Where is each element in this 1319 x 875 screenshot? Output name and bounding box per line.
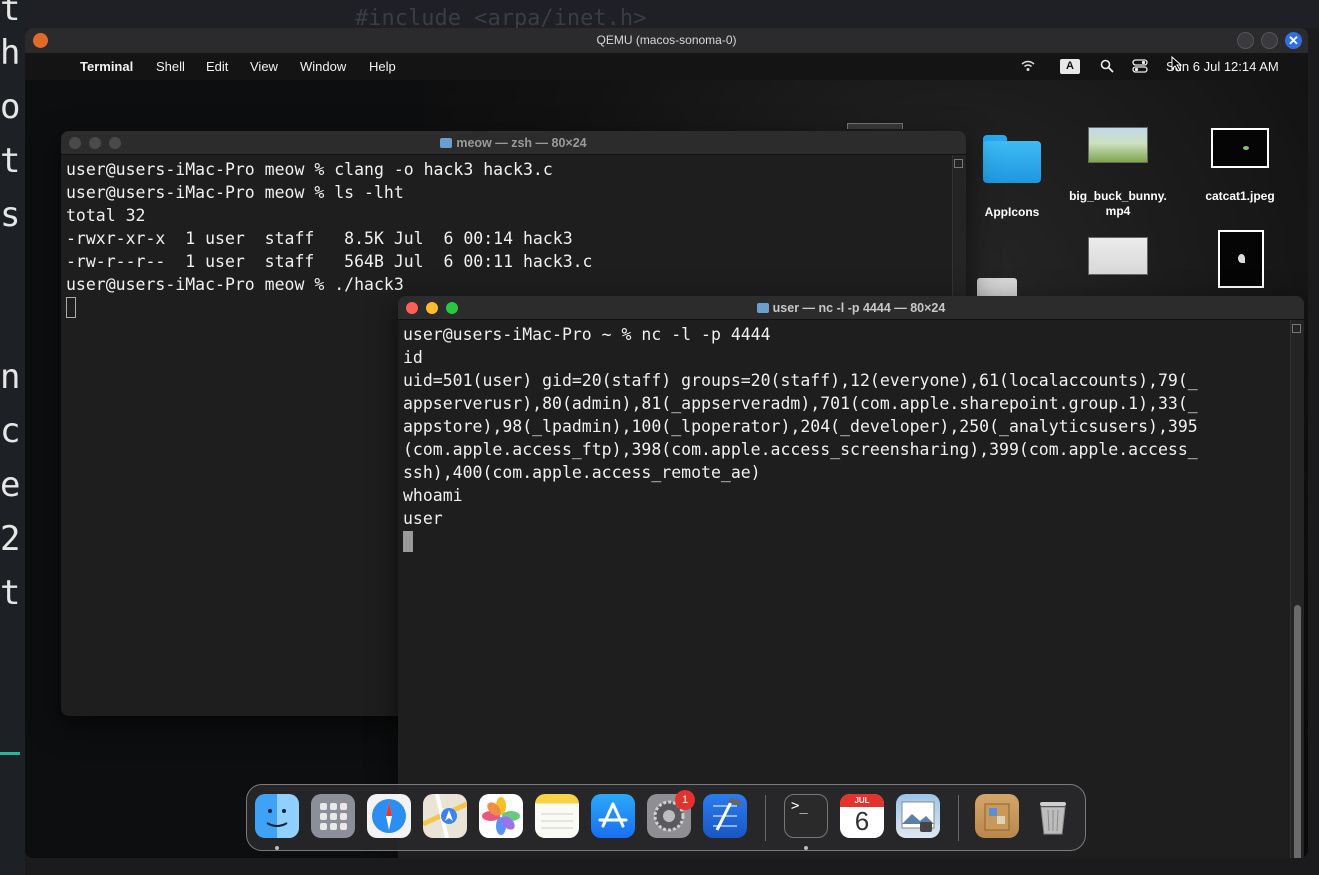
menu-view[interactable]: View	[250, 59, 278, 74]
terminal-line: appstore),98(_lpadmin),100(_lpoperator),…	[403, 417, 1198, 436]
launchpad-icon[interactable]	[311, 794, 355, 838]
terminal-icon[interactable]: >_	[784, 794, 828, 838]
terminal-line: user@users-iMac-Pro meow % ls -lht	[66, 183, 404, 202]
maps-icon[interactable]	[421, 793, 469, 839]
image-thumbnail[interactable]	[1211, 128, 1269, 168]
host-cursor-mark	[0, 752, 20, 755]
host-background-strip: t h o t s n c e 2 t	[0, 0, 25, 875]
preview-icon[interactable]	[896, 794, 940, 838]
menu-bar: Terminal Shell Edit View Window Help A S…	[25, 53, 1308, 80]
terminal-line: ssh),400(com.apple.access_remote_ae)	[403, 463, 761, 482]
terminal-line: -rw-r--r-- 1 user staff 564B Jul 6 00:11…	[66, 252, 593, 271]
terminal-line: id	[403, 348, 423, 367]
macos-desktop: Terminal Shell Edit View Window Help A S…	[25, 53, 1308, 858]
qemu-window: QEMU (macos-sonoma-0) ✕ Terminal Shell E…	[25, 28, 1308, 858]
running-indicator	[275, 846, 279, 850]
terminal-line: user	[403, 509, 443, 528]
menu-app-name[interactable]: Terminal	[80, 59, 133, 74]
host-text-char: t	[0, 0, 21, 29]
calendar-day: 6	[854, 806, 870, 836]
terminal-output[interactable]: user@users-iMac-Pro ~ % nc -l -p 4444 id u…	[398, 320, 1304, 858]
xcode-icon[interactable]	[703, 794, 747, 838]
menu-edit[interactable]: Edit	[206, 59, 228, 74]
scrollbar-thumb[interactable]	[1294, 605, 1301, 858]
control-center-icon[interactable]	[1132, 59, 1148, 76]
terminal-titlebar[interactable]: user — nc -l -p 4444 — 80×24	[398, 296, 1304, 320]
menu-window[interactable]: Window	[300, 59, 346, 74]
spotlight-search-icon[interactable]	[1100, 59, 1114, 76]
terminal-line: uid=501(user) gid=20(staff) groups=20(st…	[403, 371, 1198, 390]
terminal-line: user@users-iMac-Pro ~ % nc -l -p 4444	[403, 325, 771, 344]
host-text-char: t	[0, 141, 21, 181]
notes-icon[interactable]	[535, 794, 579, 838]
host-text-char: o	[0, 87, 21, 127]
input-source-icon[interactable]: A	[1060, 59, 1080, 74]
image-thumbnail-2[interactable]	[1218, 230, 1264, 288]
qemu-titlebar[interactable]: QEMU (macos-sonoma-0) ✕	[25, 28, 1308, 53]
photos-icon[interactable]	[479, 794, 523, 838]
safari-icon[interactable]	[367, 794, 411, 838]
terminal-titlebar[interactable]: meow — zsh — 80×24	[61, 131, 966, 155]
wifi-icon[interactable]	[1021, 59, 1035, 76]
terminal-line: user@users-iMac-Pro meow % ./hack3	[66, 275, 404, 294]
host-text-char: n	[0, 357, 21, 397]
host-text-char: c	[0, 411, 21, 451]
terminal-line: (com.apple.access_ftp),398(com.apple.acc…	[403, 440, 1198, 459]
text-cursor	[403, 531, 413, 552]
close-button[interactable]: ✕	[1285, 32, 1302, 49]
dock-separator	[958, 795, 959, 841]
window-fragment	[847, 123, 903, 129]
host-text-char: h	[0, 33, 21, 73]
dock: 1 >_ JUL 6	[246, 784, 1086, 851]
host-text-char: 2	[0, 519, 21, 559]
split-pane-icon[interactable]	[954, 159, 963, 168]
video-thumbnail[interactable]	[1088, 127, 1148, 163]
calendar-icon[interactable]: JUL 6	[840, 794, 884, 838]
notification-badge: 1	[675, 790, 695, 810]
terminal-line: -rwxr-xr-x 1 user staff 8.5K Jul 6 00:14…	[66, 229, 573, 248]
terminal-line: total 32	[66, 206, 146, 225]
terminal-title: meow — zsh — 80×24	[456, 136, 587, 150]
menu-shell[interactable]: Shell	[156, 59, 185, 74]
archive-file-icon[interactable]	[977, 278, 1017, 298]
appicons-folder-icon[interactable]	[983, 135, 1041, 183]
terminal-line: whoami	[403, 486, 463, 505]
minimize-button[interactable]	[1237, 32, 1254, 49]
finder-icon[interactable]	[255, 794, 299, 838]
screenshot-thumbnail[interactable]	[1088, 237, 1148, 275]
terminal-line: appserverusr),80(admin),81(_appserveradm…	[403, 394, 1198, 413]
host-top-background: #include <arpa/inet.h>	[25, 0, 1319, 28]
terminal-line: user@users-iMac-Pro meow % clang -o hack…	[66, 160, 553, 179]
dock-separator	[765, 795, 766, 841]
host-text-char: e	[0, 465, 21, 505]
folder-icon	[440, 138, 453, 148]
folder-icon	[756, 303, 769, 313]
host-text-char: t	[0, 573, 21, 613]
terminal-window-nc[interactable]: user — nc -l -p 4444 — 80×24 user@users-…	[398, 296, 1304, 858]
menu-help[interactable]: Help	[369, 59, 396, 74]
qemu-title: QEMU (macos-sonoma-0)	[596, 33, 737, 47]
running-indicator	[804, 846, 808, 850]
archive-utility-icon[interactable]	[975, 794, 1019, 838]
text-cursor	[66, 297, 76, 318]
app-store-icon[interactable]	[591, 794, 635, 838]
split-pane-icon[interactable]	[1292, 324, 1301, 333]
appicons-label[interactable]: AppIcons	[962, 205, 1062, 219]
scrollbar[interactable]	[1290, 320, 1304, 858]
terminal-title: user — nc -l -p 4444 — 80×24	[772, 301, 946, 315]
mouse-pointer-icon	[1171, 55, 1183, 77]
host-text-char: s	[0, 195, 21, 235]
trash-icon[interactable]	[1031, 794, 1075, 838]
image-file-label[interactable]: catcat1.jpeg	[1190, 189, 1290, 203]
video-file-label[interactable]: big_buck_bunny. mp4	[1068, 189, 1168, 219]
maximize-button[interactable]	[1261, 32, 1278, 49]
host-code-text: #include <arpa/inet.h>	[355, 6, 647, 28]
